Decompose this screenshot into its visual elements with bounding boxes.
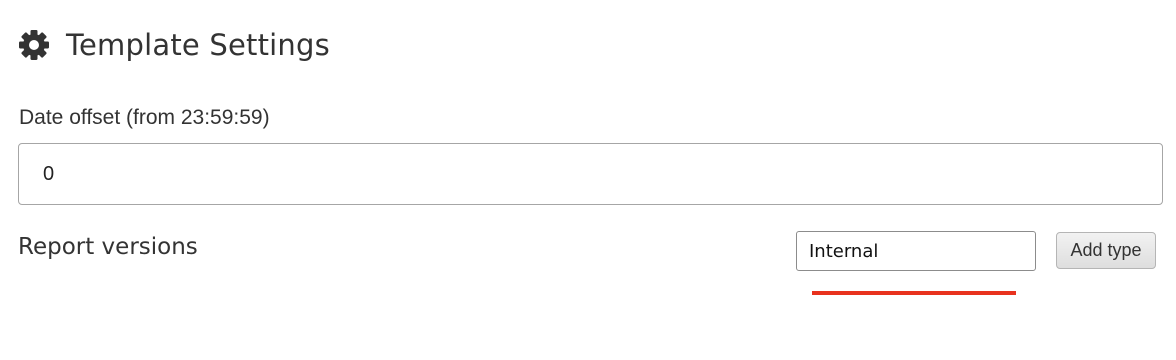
date-offset-input[interactable] — [18, 143, 1163, 205]
page-title: Template Settings — [66, 28, 330, 62]
gear-icon — [18, 29, 50, 61]
error-underline — [812, 291, 1016, 295]
report-type-input[interactable] — [796, 231, 1036, 271]
date-offset-label: Date offset (from 23:59:59) — [19, 106, 270, 129]
page-header: Template Settings — [18, 24, 330, 66]
add-type-button[interactable]: Add type — [1056, 232, 1156, 269]
report-versions-label: Report versions — [18, 234, 198, 260]
